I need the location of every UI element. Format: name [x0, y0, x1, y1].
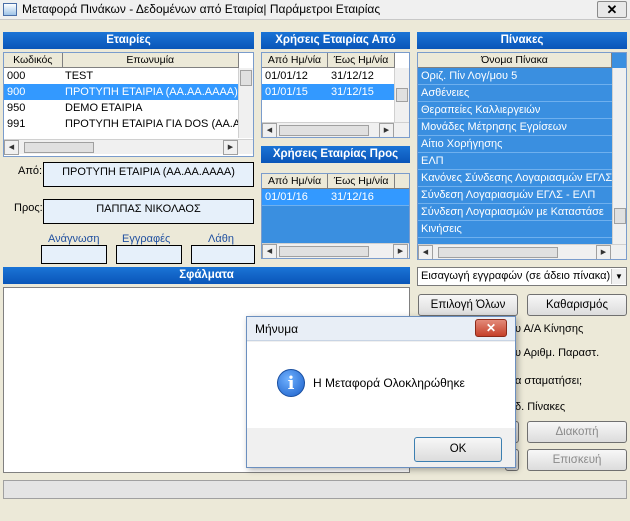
to-label: Προς:: [14, 202, 43, 214]
scroll-left-icon[interactable]: ◀: [4, 140, 19, 155]
table-row[interactable]: Θεραπείες Καλλιεργειών: [418, 102, 626, 119]
table-row[interactable]: ΕΛΠ: [418, 153, 626, 170]
table-row[interactable]: Κανόνες Σύνδεσης Λογαριασμών ΕΓΛΣ: [418, 170, 626, 187]
col-to-date[interactable]: Έως Ημ/νία: [328, 174, 396, 188]
col-from-date[interactable]: Από Ημ/νία: [262, 174, 329, 188]
year-row-selected[interactable]: 01/01/15 31/12/15: [262, 84, 395, 100]
company-row[interactable]: 950 DEMO ΕΤΑΙΡΙΑ: [4, 100, 239, 116]
company-row-selected[interactable]: 900 ΠΡΟΤΥΠΗ ΕΤΑΙΡΙΑ (ΑΑ.ΑΑ.ΑΑΑΑ): [4, 84, 239, 100]
col-from-date[interactable]: Από Ημ/νία: [262, 53, 328, 67]
scroll-right-icon[interactable]: ▶: [596, 245, 611, 259]
companies-header: Εταιρίες: [3, 32, 254, 49]
scroll-right-icon[interactable]: ▶: [393, 244, 408, 258]
table-row[interactable]: Κινήσεις: [418, 221, 626, 238]
years-from-grid[interactable]: Από Ημ/νία Έως Ημ/νία 01/01/12 31/12/12 0…: [261, 52, 410, 138]
message-dialog: Μήνυμα ✕ i Η Μεταφορά Ολοκληρώθηκε OK: [246, 316, 516, 468]
companies-grid[interactable]: Κωδικός Επωνυμία 000 TEST 900 ΠΡΟΤΥΠΗ ΕΤΑΙ…: [3, 52, 254, 157]
company-row[interactable]: 000 TEST: [4, 68, 239, 84]
scroll-left-icon[interactable]: ◀: [262, 244, 277, 258]
write-count-field: [116, 245, 182, 264]
dialog-close-button[interactable]: ✕: [475, 319, 507, 337]
year-row[interactable]: 01/01/12 31/12/12: [262, 68, 395, 84]
tables-vscroll[interactable]: [612, 68, 626, 244]
dialog-title: Μήνυμα: [255, 322, 299, 336]
title-bar: Μεταφορά Πινάκων - Δεδομένων από Εταιρία…: [0, 0, 630, 20]
from-company-field: ΠΡΟΤΥΠΗ ΕΤΑΙΡΙΑ (ΑΑ.ΑΑ.ΑΑΑΑ): [43, 162, 254, 187]
read-count-field: [41, 245, 107, 264]
years-from-header: Χρήσεις Εταιρίας Από: [261, 32, 410, 49]
status-bar: [3, 480, 627, 499]
clear-button[interactable]: Καθαρισμός: [527, 294, 627, 316]
write-label: Εγγραφές: [122, 233, 171, 245]
years-to-grid[interactable]: Από Ημ/νία Έως Ημ/νία 01/01/16 31/12/16 ◀…: [261, 173, 410, 259]
table-row[interactable]: Αίτιο Χορήγησης: [418, 136, 626, 153]
years-to-hscroll[interactable]: ◀ ▶: [262, 243, 409, 258]
col-code[interactable]: Κωδικός: [4, 53, 63, 67]
ok-button[interactable]: OK: [414, 437, 502, 462]
scroll-left-icon[interactable]: ◀: [418, 245, 433, 259]
errors-header: Σφάλματα: [3, 267, 410, 284]
window-close-button[interactable]: ✕: [597, 1, 627, 18]
option-number-label: υ Αριθμ. Παραστ.: [515, 347, 600, 359]
repair-button[interactable]: Επισκευή: [527, 449, 627, 471]
years-to-header: Χρήσεις Εταιρίας Προς: [261, 146, 410, 163]
errors-count-field: [191, 245, 255, 264]
table-row[interactable]: Σύνδεση Λογαριασμών με Καταστάσε: [418, 204, 626, 221]
scroll-right-icon[interactable]: ▶: [223, 140, 238, 155]
table-row[interactable]: Ασθένειες: [418, 85, 626, 102]
years-from-hscroll[interactable]: ◀ ▶: [262, 122, 409, 137]
select-all-button[interactable]: Επιλογή Όλων: [418, 294, 518, 316]
scroll-left-icon[interactable]: ◀: [262, 123, 277, 137]
companies-vscroll[interactable]: [238, 68, 253, 138]
table-row[interactable]: Οριζ. Πίν Λογ/μου 5: [418, 68, 626, 85]
tables-grid[interactable]: Όνομα Πίνακα Οριζ. Πίν Λογ/μου 5 Ασθένει…: [417, 52, 627, 260]
year-row[interactable]: 01/01/16 31/12/16: [262, 189, 409, 206]
mode-select[interactable]: Εισαγωγή εγγραφών (σε άδειο πίνακα) ▼: [417, 267, 627, 286]
col-name[interactable]: Επωνυμία: [63, 53, 239, 67]
app-icon: [3, 3, 17, 16]
dialog-message: Η Μεταφορά Ολοκληρώθηκε: [313, 376, 465, 390]
chevron-down-icon[interactable]: ▼: [611, 269, 626, 284]
company-row[interactable]: 991 ΠΡΟΤΥΠΗ ΕΤΑΙΡΙΑ ΓΙΑ DOS (ΑΑ.ΑΑ: [4, 116, 239, 132]
option-tables-label: δ. Πίνακες: [515, 401, 566, 413]
tables-hscroll[interactable]: ◀ ▶: [418, 244, 626, 259]
window-title: Μεταφορά Πινάκων - Δεδομένων από Εταιρία…: [22, 2, 381, 16]
table-row[interactable]: Μονάδες Μέτρησης Εγρίσεων: [418, 119, 626, 136]
mode-select-value: Εισαγωγή εγγραφών (σε άδειο πίνακα): [421, 270, 611, 282]
companies-hscroll[interactable]: ◀ ▶: [4, 139, 253, 155]
option-aa-label: υ Α/Α Κίνησης: [515, 323, 584, 335]
scroll-right-icon[interactable]: ▶: [379, 123, 394, 137]
tables-header: Πίνακες: [417, 32, 627, 49]
dialog-title-bar: Μήνυμα ✕: [247, 317, 515, 341]
info-icon: i: [277, 369, 305, 397]
read-label: Ανάγνωση: [48, 233, 100, 245]
option-stop-label: α σταματήσει;: [515, 375, 583, 387]
table-row[interactable]: Σύνδεση Λογαριασμών ΕΓΛΣ - ΕΛΠ: [418, 187, 626, 204]
dialog-body: i Η Μεταφορά Ολοκληρώθηκε: [247, 342, 515, 428]
to-company-field: ΠΑΠΠΑΣ ΝΙΚΟΛΑΟΣ: [43, 199, 254, 224]
from-label: Από:: [18, 165, 43, 177]
years-from-vscroll[interactable]: [394, 68, 409, 122]
errors-count-label: Λάθη: [208, 233, 234, 245]
col-to-date[interactable]: Έως Ημ/νία: [328, 53, 395, 67]
col-table-name[interactable]: Όνομα Πίνακα: [418, 53, 612, 67]
stop-button[interactable]: Διακοπή: [527, 421, 627, 443]
